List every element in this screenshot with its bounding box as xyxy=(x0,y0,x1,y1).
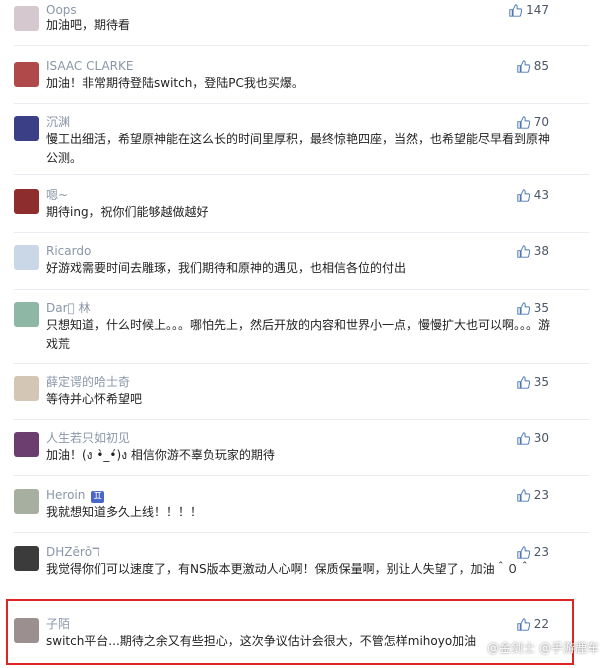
avatar[interactable] xyxy=(14,189,39,214)
commenter-name[interactable]: ISAAC CLARKE xyxy=(46,59,133,73)
avatar[interactable] xyxy=(14,62,39,87)
comment-text: 加油！(ง •̀_•́)ง 相信你游不辜负玩家的期待 xyxy=(46,448,275,462)
commenter-name-text: Heroin xyxy=(46,488,86,502)
avatar[interactable] xyxy=(14,432,39,457)
thumbs-up-icon xyxy=(509,3,523,17)
commenter-name[interactable]: 嗯~ xyxy=(46,188,68,202)
comment-text: 只想知道，什么时候上。。。哪怕先上，然后开放的内容和世界小一点，慢慢扩大也可以啊… xyxy=(46,318,551,351)
commenter-name[interactable]: Heroin ♊ xyxy=(46,488,105,503)
like-button[interactable]: 35 xyxy=(517,301,549,315)
thumbs-up-icon xyxy=(517,115,530,129)
thumbs-up-icon xyxy=(517,244,530,258)
like-button[interactable]: 43 xyxy=(517,188,549,202)
avatar[interactable] xyxy=(14,116,39,141)
thumbs-up-icon xyxy=(517,431,530,445)
like-button[interactable]: 70 xyxy=(517,115,549,129)
commenter-name[interactable]: 人生若只如初见 xyxy=(46,431,130,445)
avatar[interactable] xyxy=(14,489,39,514)
comment-text: 等待并心怀希望吧 xyxy=(46,392,143,406)
like-count: 70 xyxy=(533,115,549,129)
divider xyxy=(14,363,589,364)
like-count: 23 xyxy=(533,488,549,502)
like-count: 30 xyxy=(533,431,549,445)
avatar[interactable] xyxy=(14,6,39,31)
like-button[interactable]: 85 xyxy=(517,59,549,73)
like-count: 147 xyxy=(526,3,549,17)
gemini-badge-icon: ♊ xyxy=(91,491,105,503)
commenter-name[interactable]: Ricardo xyxy=(46,244,91,258)
thumbs-up-icon xyxy=(517,488,530,502)
like-count: 23 xyxy=(533,545,549,559)
like-button[interactable]: 30 xyxy=(517,431,549,445)
like-count: 38 xyxy=(533,244,549,258)
avatar[interactable] xyxy=(14,302,39,327)
comment-text: 好游戏需要时间去雕琢，我们期待和原神的遇见，也相信各位的付出 xyxy=(46,261,407,275)
like-count: 35 xyxy=(533,375,549,389)
avatar[interactable] xyxy=(14,546,39,571)
comment-text: 加油！非常期待登陆switch，登陆PC我也买爆。 xyxy=(46,76,304,90)
divider xyxy=(14,419,589,420)
like-button[interactable]: 23 xyxy=(517,545,549,559)
avatar[interactable] xyxy=(14,376,39,401)
divider xyxy=(14,103,589,104)
thumbs-up-icon xyxy=(517,375,530,389)
like-count: 35 xyxy=(533,301,549,315)
avatar[interactable] xyxy=(14,245,39,270)
divider xyxy=(14,532,589,533)
comment-text: 加油吧，期待看 xyxy=(46,18,131,32)
commenter-name[interactable]: 薛定谔的哈士奇 xyxy=(46,375,130,389)
commenter-name[interactable]: Oops xyxy=(46,3,77,17)
thumbs-up-icon xyxy=(517,301,530,315)
comment-text: 我就想知道多久上线！！！！ xyxy=(46,505,203,519)
like-button[interactable]: 38 xyxy=(517,244,549,258)
comment-text: 我觉得你们可以速度了，有NS版本更激动人心啊！保质保量啊，别让人失望了，加油＾０… xyxy=(46,562,531,576)
like-button[interactable]: 35 xyxy=(517,375,549,389)
commenter-name[interactable]: 沉渊 xyxy=(46,115,70,129)
like-button[interactable]: 23 xyxy=(517,488,549,502)
divider xyxy=(14,289,589,290)
divider xyxy=(14,475,589,476)
commenter-name[interactable]: DHZērōℸ xyxy=(46,545,100,559)
like-count: 43 xyxy=(533,188,549,202)
comment-text: 期待ing，祝你们能够越做越好 xyxy=(46,205,209,219)
thumbs-up-icon xyxy=(517,188,530,202)
comment-text: 慢工出细活，希望原神能在这么长的时间里厚积，最终惊艳四座，当然，也希望能尽早看到… xyxy=(46,132,551,165)
divider xyxy=(14,174,589,175)
thumbs-up-icon xyxy=(517,545,530,559)
divider xyxy=(14,45,589,46)
thumbs-up-icon xyxy=(517,59,530,73)
commenter-name[interactable]: Dar  林 xyxy=(46,301,91,315)
watermark: @金剑士 @手游鹿车 xyxy=(487,641,599,655)
like-count: 85 xyxy=(533,59,549,73)
divider xyxy=(14,232,589,233)
like-button[interactable]: 147 xyxy=(509,3,549,17)
